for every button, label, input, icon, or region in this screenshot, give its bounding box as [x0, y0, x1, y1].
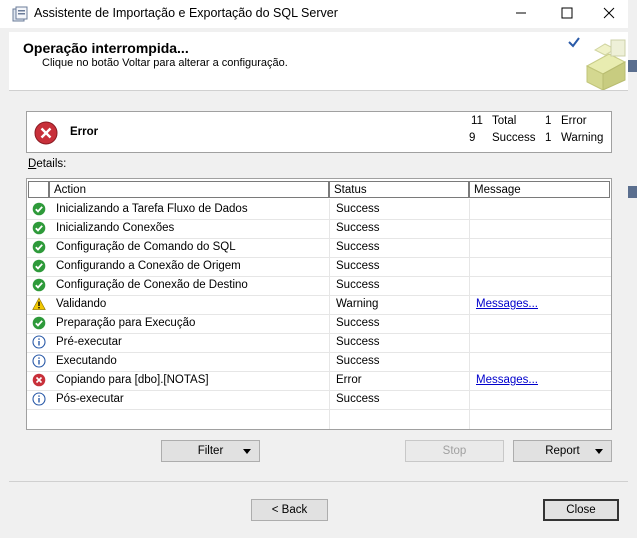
footer-separator — [9, 481, 628, 482]
title-bar[interactable]: Assistente de Importação e Exportação do… — [0, 0, 628, 28]
column-header-action[interactable]: Action — [49, 181, 329, 198]
error-large-icon — [34, 121, 58, 145]
success-icon — [32, 259, 46, 273]
close-icon — [603, 7, 615, 19]
row-status: Success — [336, 317, 380, 329]
close-window-button[interactable] — [590, 0, 628, 28]
table-row[interactable]: Configuração de Comando do SQL Success — [27, 238, 611, 258]
row-action: Copiando para [dbo].[NOTAS] — [56, 374, 209, 386]
row-messages-link[interactable]: Messages... — [476, 371, 538, 390]
background-window-mark — [628, 186, 637, 198]
background-window-mark — [628, 60, 637, 72]
wizard-window: Assistente de Importação e Exportação do… — [0, 0, 628, 538]
success-icon — [32, 240, 46, 254]
maximize-icon — [561, 7, 573, 19]
app-icon — [12, 6, 28, 22]
row-status: Success — [336, 355, 380, 367]
column-header-status[interactable]: Status — [329, 181, 469, 198]
filter-button[interactable]: Filter — [161, 440, 260, 462]
row-action: Inicializando a Tarefa Fluxo de Dados — [56, 203, 248, 215]
window-title: Assistente de Importação e Exportação do… — [34, 6, 338, 20]
row-action: Configuração de Conexão de Destino — [56, 279, 248, 291]
success-icon — [32, 202, 46, 216]
success-icon — [32, 316, 46, 330]
row-status: Success — [336, 279, 380, 291]
table-row[interactable]: Configuração de Conexão de Destino Succes… — [27, 276, 611, 296]
row-status: Success — [336, 222, 380, 234]
total-count: 11 — [471, 115, 483, 127]
filter-button-label: Filter — [197, 445, 224, 457]
error-count: 1 — [545, 115, 552, 127]
table-row[interactable]: Configurando a Conexão de Origem Success — [27, 257, 611, 277]
row-action: Configurando a Conexão de Origem — [56, 260, 241, 272]
row-status: Success — [336, 336, 380, 348]
table-row[interactable]: Validando Warning Messages... — [27, 295, 611, 315]
minimize-icon — [516, 12, 526, 14]
summary-panel: Error 11 Total 1 Error 9 Success 1 Warni… — [26, 111, 612, 153]
error-label: Error — [561, 115, 587, 127]
row-action: Inicializando Conexões — [56, 222, 175, 234]
column-divider — [469, 199, 470, 429]
report-button[interactable]: Report — [513, 440, 612, 462]
info-icon — [32, 335, 46, 349]
table-row[interactable]: Inicializando a Tarefa Fluxo de Dados Suc… — [27, 200, 611, 220]
report-button-label: Report — [545, 445, 580, 457]
row-action: Validando — [56, 298, 107, 310]
row-status: Success — [336, 393, 380, 405]
table-row[interactable]: Pré-executar Success — [27, 333, 611, 353]
row-action: Pré-executar — [56, 336, 122, 348]
column-divider — [329, 199, 330, 429]
row-action: Executando — [56, 355, 117, 367]
wizard-header: Operação interrompida... Clique no botão… — [9, 32, 628, 91]
column-header-message[interactable]: Message — [469, 181, 610, 198]
success-icon — [32, 278, 46, 292]
success-icon — [32, 221, 46, 235]
info-icon — [32, 392, 46, 406]
info-icon — [32, 354, 46, 368]
success-count: 9 — [469, 132, 476, 144]
warning-icon — [32, 297, 46, 311]
background-window-edge-right — [628, 0, 637, 538]
row-action: Configuração de Comando do SQL — [56, 241, 236, 253]
column-header-icon[interactable] — [28, 181, 49, 198]
table-row[interactable]: Copiando para [dbo].[NOTAS] Error Messages… — [27, 371, 611, 391]
row-status: Success — [336, 203, 380, 215]
row-action: Preparação para Execução — [56, 317, 196, 329]
summary-status-label: Error — [70, 126, 99, 138]
warning-count: 1 — [545, 132, 552, 144]
details-label-text: etails: — [36, 158, 67, 170]
minimize-button[interactable] — [498, 0, 544, 28]
error-icon — [32, 373, 46, 387]
row-status: Success — [336, 241, 380, 253]
page-title: Operação interrompida... — [23, 40, 189, 56]
success-label: Success — [492, 132, 536, 144]
details-grid[interactable]: Action Status Message Inicializando a Ta… — [26, 178, 612, 430]
dropdown-arrow-icon — [595, 449, 603, 454]
row-status: Success — [336, 260, 380, 272]
row-status: Error — [336, 374, 362, 386]
maximize-button[interactable] — [544, 0, 590, 28]
details-label: Details: — [28, 158, 66, 170]
row-status: Warning — [336, 298, 379, 310]
total-label: Total — [492, 115, 517, 127]
warning-label: Warning — [561, 132, 604, 144]
table-row[interactable]: Inicializando Conexões Success — [27, 219, 611, 239]
table-row[interactable]: Executando Success — [27, 352, 611, 372]
table-row[interactable]: Pós-executar Success — [27, 390, 611, 410]
row-action: Pós-executar — [56, 393, 124, 405]
dropdown-arrow-icon — [243, 449, 251, 454]
back-button[interactable]: < Back — [251, 499, 328, 521]
close-button[interactable]: Close — [543, 499, 619, 521]
wizard-banner-icon — [568, 37, 627, 90]
stop-button[interactable]: Stop — [405, 440, 504, 462]
grid-header: Action Status Message — [27, 181, 611, 199]
table-row[interactable]: Preparação para Execução Success — [27, 314, 611, 334]
page-subtitle: Clique no botão Voltar para alterar a co… — [42, 57, 288, 69]
row-messages-link[interactable]: Messages... — [476, 295, 538, 314]
